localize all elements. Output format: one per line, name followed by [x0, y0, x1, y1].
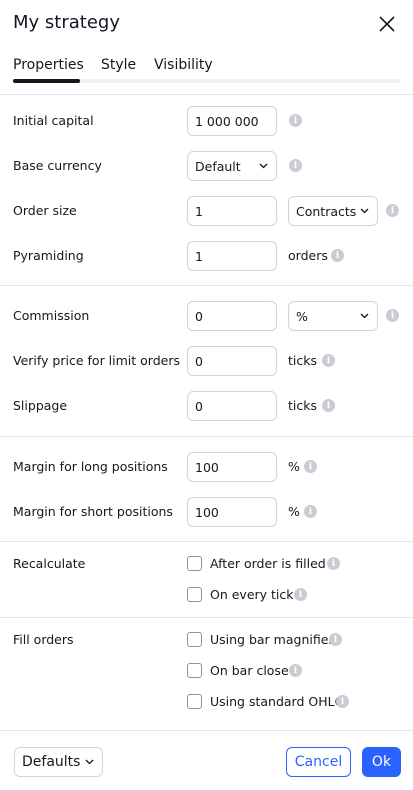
- info-icon[interactable]: i: [322, 354, 335, 367]
- verify-price-value: 0: [195, 353, 203, 369]
- verify-price-input[interactable]: 0: [187, 346, 277, 376]
- initial-capital-input[interactable]: 1 000 000: [187, 106, 277, 136]
- margin-short-value: 100: [195, 504, 219, 520]
- on-bar-close-label[interactable]: On bar close: [210, 663, 289, 678]
- margin-long-label: Margin for long positions: [13, 459, 168, 474]
- recalculate-label: Recalculate: [13, 556, 86, 571]
- initial-capital-value: 1 000 000: [195, 113, 259, 129]
- tab-active-indicator: [13, 79, 80, 83]
- initial-capital-label: Initial capital: [13, 113, 94, 128]
- order-size-unit-value: Contracts: [296, 203, 357, 219]
- slippage-input[interactable]: 0: [187, 391, 277, 421]
- base-currency-select[interactable]: Default: [187, 151, 277, 181]
- checkbox-standard-ohlc[interactable]: [187, 694, 202, 709]
- chevron-down-icon: [360, 208, 369, 214]
- info-icon[interactable]: i: [289, 114, 302, 127]
- pyramiding-unit: orders: [288, 248, 328, 263]
- info-icon[interactable]: i: [289, 664, 302, 677]
- info-icon[interactable]: i: [336, 695, 349, 708]
- verify-price-label: Verify price for limit orders: [13, 353, 180, 368]
- verify-price-unit: ticks: [288, 353, 317, 368]
- pyramiding-value: 1: [195, 248, 203, 264]
- divider: [0, 730, 413, 731]
- tab-properties[interactable]: Properties: [13, 57, 84, 73]
- margin-short-input[interactable]: 100: [187, 497, 277, 527]
- standard-ohlc-label[interactable]: Using standard OHLC: [210, 694, 343, 709]
- chevron-down-icon: [85, 759, 94, 765]
- divider: [0, 436, 413, 437]
- checkbox-after-order-filled[interactable]: [187, 556, 202, 571]
- close-icon[interactable]: [377, 14, 397, 34]
- commission-unit-select[interactable]: %: [288, 301, 378, 331]
- on-every-tick-label[interactable]: On every tick: [210, 587, 294, 602]
- checkbox-on-every-tick[interactable]: [187, 587, 202, 602]
- divider: [0, 94, 413, 95]
- after-order-filled-label[interactable]: After order is filled: [210, 556, 326, 571]
- defaults-dropdown[interactable]: Defaults: [14, 747, 103, 777]
- margin-long-value: 100: [195, 459, 219, 475]
- base-currency-label: Base currency: [13, 158, 102, 173]
- order-size-value: 1: [195, 203, 203, 219]
- divider: [0, 541, 413, 542]
- chevron-down-icon: [360, 313, 369, 319]
- info-icon[interactable]: i: [331, 249, 344, 262]
- bar-magnifier-label[interactable]: Using bar magnifier: [210, 632, 334, 647]
- pyramiding-label: Pyramiding: [13, 248, 84, 263]
- info-icon[interactable]: i: [329, 633, 342, 646]
- commission-label: Commission: [13, 308, 90, 323]
- info-icon[interactable]: i: [289, 159, 302, 172]
- checkbox-on-bar-close[interactable]: [187, 663, 202, 678]
- margin-short-label: Margin for short positions: [13, 504, 173, 519]
- pyramiding-input[interactable]: 1: [187, 241, 277, 271]
- divider: [0, 617, 413, 618]
- commission-input[interactable]: 0: [187, 301, 277, 331]
- slippage-value: 0: [195, 398, 203, 414]
- info-icon[interactable]: i: [304, 460, 317, 473]
- order-size-input[interactable]: 1: [187, 196, 277, 226]
- info-icon[interactable]: i: [304, 505, 317, 518]
- dialog-title: My strategy: [13, 12, 120, 33]
- cancel-button[interactable]: Cancel: [286, 747, 351, 777]
- commission-unit-value: %: [296, 308, 308, 324]
- order-size-label: Order size: [13, 203, 77, 218]
- defaults-label: Defaults: [22, 754, 81, 770]
- chevron-down-icon: [259, 163, 268, 169]
- slippage-label: Slippage: [13, 398, 68, 413]
- divider: [0, 285, 413, 286]
- info-icon[interactable]: i: [322, 399, 335, 412]
- checkbox-bar-magnifier[interactable]: [187, 632, 202, 647]
- margin-short-unit: %: [288, 504, 300, 519]
- ok-button[interactable]: Ok: [362, 747, 401, 777]
- tab-visibility[interactable]: Visibility: [154, 57, 213, 73]
- info-icon[interactable]: i: [386, 309, 399, 322]
- info-icon[interactable]: i: [294, 588, 307, 601]
- tab-style[interactable]: Style: [101, 57, 136, 73]
- base-currency-value: Default: [195, 158, 241, 174]
- margin-long-unit: %: [288, 459, 300, 474]
- info-icon[interactable]: i: [386, 204, 399, 217]
- fill-orders-label: Fill orders: [13, 632, 74, 647]
- margin-long-input[interactable]: 100: [187, 452, 277, 482]
- slippage-unit: ticks: [288, 398, 317, 413]
- commission-value: 0: [195, 308, 203, 324]
- order-size-unit-select[interactable]: Contracts: [288, 196, 378, 226]
- info-icon[interactable]: i: [327, 557, 340, 570]
